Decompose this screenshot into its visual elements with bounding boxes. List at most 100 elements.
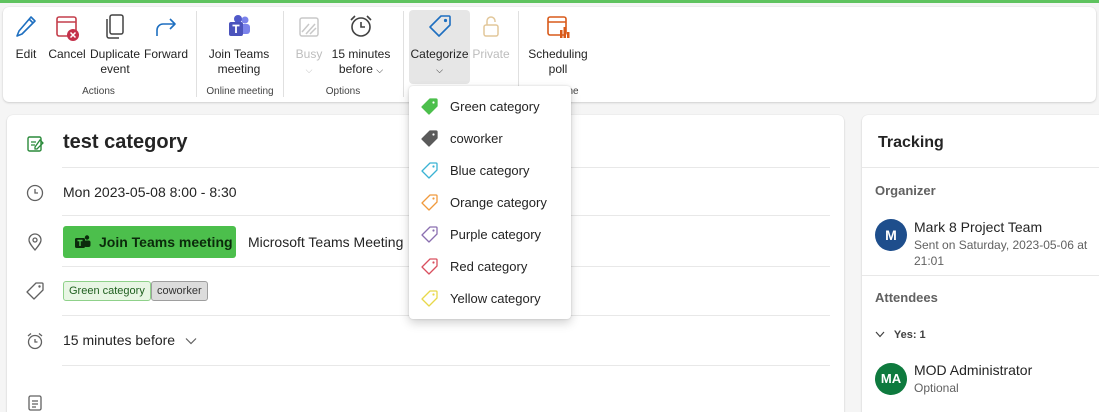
category-menu-item-label: Yellow category bbox=[450, 291, 541, 306]
clock-icon bbox=[26, 184, 44, 202]
duplicate-label: Duplicate event bbox=[88, 47, 142, 77]
category-chip-green[interactable]: Green category bbox=[63, 281, 151, 301]
lock-icon bbox=[483, 16, 499, 37]
tag-icon bbox=[428, 15, 451, 37]
event-title: test category bbox=[63, 131, 188, 153]
divider bbox=[62, 365, 830, 366]
duplicate-icon bbox=[106, 14, 124, 39]
busy-status-icon bbox=[299, 17, 319, 37]
teams-icon bbox=[75, 235, 91, 248]
divider bbox=[862, 167, 1099, 168]
meeting-location: Microsoft Teams Meeting bbox=[248, 234, 404, 250]
group-label-options: Options bbox=[325, 86, 361, 97]
alarm-clock-icon bbox=[27, 333, 43, 350]
category-menu-item-label: Orange category bbox=[450, 195, 547, 210]
cancel-label: Cancel bbox=[48, 47, 86, 61]
chevron-down-icon bbox=[185, 338, 197, 345]
divider bbox=[862, 275, 1099, 276]
alarm-clock-icon bbox=[350, 15, 372, 37]
category-menu-item[interactable]: Yellow category bbox=[409, 281, 571, 313]
teams-icon bbox=[229, 15, 250, 36]
join-label-line2: meeting bbox=[217, 62, 261, 76]
category-menu-item-label: Purple category bbox=[450, 227, 542, 242]
scheduling-label-line1: Scheduling bbox=[528, 47, 588, 61]
forward-button[interactable]: Forward bbox=[142, 12, 190, 62]
yes-group-toggle[interactable]: Yes: 1 bbox=[875, 329, 926, 341]
join-teams-meeting-button[interactable]: Join Teams meeting bbox=[204, 12, 274, 77]
category-menu-item[interactable]: Red category bbox=[409, 249, 571, 281]
organizer-name[interactable]: Mark 8 Project Team bbox=[914, 219, 1042, 235]
cancel-button[interactable]: Cancel bbox=[46, 12, 88, 62]
duplicate-label-line2: event bbox=[100, 62, 130, 76]
busy-button[interactable]: Busy ⌵ bbox=[291, 12, 327, 78]
category-menu-item[interactable]: Blue category bbox=[409, 153, 571, 185]
join-teams-meeting-link[interactable]: Join Teams meeting bbox=[63, 226, 236, 258]
category-chip-coworker[interactable]: coworker bbox=[151, 281, 208, 301]
tracking-title: Tracking bbox=[878, 134, 944, 151]
category-tag-icon bbox=[421, 130, 438, 147]
reminder-button[interactable]: 15 minutes before ⌵ bbox=[327, 12, 395, 78]
scheduling-poll-icon bbox=[547, 16, 570, 38]
reminder-dropdown[interactable]: 15 minutes before bbox=[63, 332, 197, 348]
top-accent-line bbox=[0, 0, 1099, 3]
join-label-line1: Join Teams bbox=[208, 47, 270, 61]
group-label-actions: Actions bbox=[82, 86, 115, 97]
scheduling-label-line2: poll bbox=[548, 62, 568, 76]
category-menu-item-label: coworker bbox=[450, 131, 503, 146]
private-label: Private bbox=[472, 47, 510, 61]
organizer-avatar[interactable]: M bbox=[875, 219, 907, 251]
ribbon-separator bbox=[283, 11, 284, 97]
attendee-role: Optional bbox=[914, 381, 959, 395]
busy-label: Busy ⌵ bbox=[291, 47, 327, 78]
chevron-down-icon: ⌵ bbox=[305, 65, 313, 75]
reminder-value: 15 minutes before bbox=[63, 332, 176, 348]
category-tag-icon bbox=[421, 258, 438, 275]
yes-count: Yes: 1 bbox=[893, 329, 926, 341]
event-datetime: Mon 2023-05-08 8:00 - 8:30 bbox=[63, 184, 237, 200]
private-button[interactable]: Private bbox=[471, 12, 511, 62]
duplicate-label-line1: Duplicate bbox=[89, 47, 141, 61]
categorize-button[interactable]: Categorize ⌵ bbox=[409, 10, 470, 84]
reminder-label-line2: before bbox=[338, 62, 373, 76]
category-menu-item-label: Blue category bbox=[450, 163, 530, 178]
attendees-heading: Attendees bbox=[875, 290, 938, 305]
chevron-down-icon: ⌵ bbox=[436, 65, 443, 75]
edit-note-icon bbox=[27, 136, 44, 152]
ribbon-separator bbox=[196, 11, 197, 97]
category-menu-item[interactable]: Orange category bbox=[409, 185, 571, 217]
location-pin-icon bbox=[28, 233, 42, 252]
organizer-heading: Organizer bbox=[875, 183, 936, 198]
category-tag-icon bbox=[421, 290, 438, 307]
group-label-online-meeting: Online meeting bbox=[206, 86, 274, 97]
category-menu-item-label: Green category bbox=[450, 99, 540, 114]
scheduling-poll-label: Scheduling poll bbox=[525, 47, 591, 77]
categorize-label-text: Categorize bbox=[410, 47, 469, 61]
join-teams-meeting-label: Join Teams meeting bbox=[99, 234, 233, 250]
chevron-down-icon: ⌵ bbox=[376, 65, 384, 75]
category-menu-item[interactable]: Green category bbox=[409, 89, 571, 121]
scheduling-poll-button[interactable]: Scheduling poll bbox=[525, 12, 591, 77]
ribbon-separator bbox=[518, 11, 519, 97]
category-menu-item[interactable]: coworker bbox=[409, 121, 571, 153]
edit-label: Edit bbox=[15, 47, 37, 61]
reminder-label: 15 minutes before ⌵ bbox=[327, 47, 395, 78]
notes-icon bbox=[28, 395, 42, 411]
join-teams-label: Join Teams meeting bbox=[204, 47, 274, 77]
category-menu-item[interactable]: Purple category bbox=[409, 217, 571, 249]
attendee-name[interactable]: MOD Administrator bbox=[914, 362, 1032, 378]
attendee-avatar[interactable]: MA bbox=[875, 363, 907, 395]
ribbon-separator bbox=[403, 11, 404, 97]
tracking-panel: Tracking Organizer M Mark 8 Project Team… bbox=[862, 115, 1099, 412]
organizer-sent-time: Sent on Saturday, 2023-05-06 at 21:01 bbox=[914, 238, 1088, 268]
category-tag-icon bbox=[421, 226, 438, 243]
edit-button[interactable]: Edit bbox=[7, 12, 45, 62]
categorize-label: Categorize ⌵ bbox=[409, 47, 470, 78]
forward-label: Forward bbox=[143, 47, 188, 61]
category-tag-icon bbox=[421, 194, 438, 211]
pencil-icon bbox=[16, 16, 36, 37]
category-menu-item-label: Red category bbox=[450, 259, 528, 274]
categorize-menu: Green category coworker Blue category Orang… bbox=[409, 86, 571, 319]
duplicate-event-button[interactable]: Duplicate event bbox=[88, 12, 142, 77]
category-tag-icon bbox=[421, 162, 438, 179]
forward-arrow-icon bbox=[156, 18, 176, 36]
